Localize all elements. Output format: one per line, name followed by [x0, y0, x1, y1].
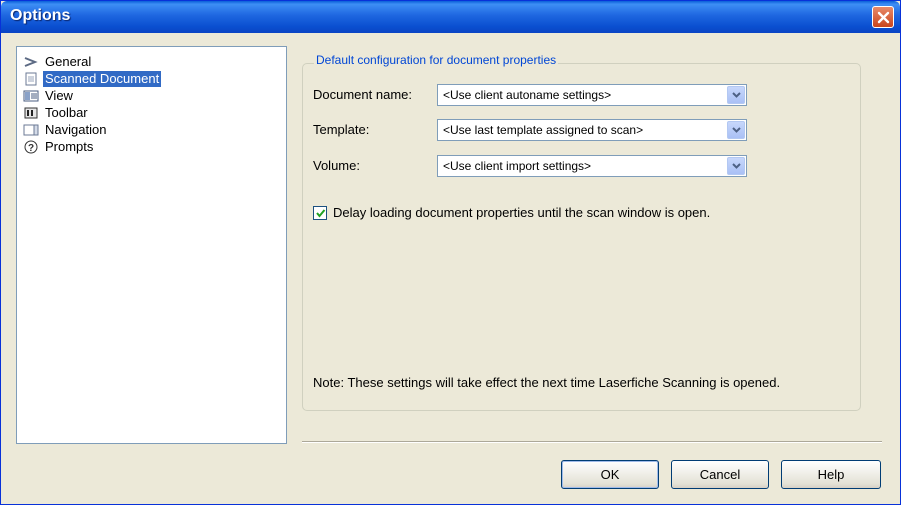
nav-item-navigation[interactable]: Navigation [23, 121, 108, 138]
volume-dropdown[interactable]: <Use client import settings> [437, 155, 747, 177]
nav-item-label: Scanned Document [43, 70, 162, 87]
template-value: <Use last template assigned to scan> [443, 123, 644, 137]
svg-text:?: ? [28, 143, 34, 154]
nav-item-label: View [45, 87, 73, 103]
nav-item-label: Prompts [45, 138, 94, 154]
close-icon [877, 11, 890, 24]
cancel-button[interactable]: Cancel [671, 460, 769, 489]
toolbar-icon [23, 106, 39, 120]
delay-loading-checkbox[interactable] [313, 206, 327, 220]
options-category-list[interactable]: General Scanned Document View Toolbar Na… [16, 46, 287, 444]
group-legend: Default configuration for document prope… [314, 53, 559, 67]
document-icon [23, 72, 39, 86]
nav-item-view[interactable]: View [23, 87, 75, 104]
nav-item-general[interactable]: General [23, 53, 93, 70]
help-button[interactable]: Help [781, 460, 881, 489]
delay-loading-label[interactable]: Delay loading document properties until … [333, 205, 710, 220]
dropdown-button[interactable] [727, 157, 745, 175]
checkmark-icon [316, 209, 326, 218]
template-label: Template: [313, 122, 370, 137]
ok-button[interactable]: OK [561, 460, 659, 489]
title-bar[interactable]: Options [1, 1, 900, 33]
nav-item-label: Navigation [45, 121, 107, 137]
settings-note: Note: These settings will take effect th… [313, 375, 781, 390]
document-name-dropdown[interactable]: <Use client autoname settings> [437, 84, 747, 106]
help-icon: ? [23, 140, 39, 154]
chevron-down-icon [732, 163, 741, 169]
close-button[interactable] [872, 6, 894, 28]
volume-label: Volume: [313, 158, 360, 173]
chevron-right-icon [23, 55, 39, 69]
document-properties-group [302, 63, 861, 411]
chevron-down-icon [732, 127, 741, 133]
button-divider [302, 441, 882, 443]
nav-item-label: Toolbar [45, 104, 88, 120]
navigation-icon [23, 123, 39, 137]
nav-item-scanned-document[interactable]: Scanned Document [23, 70, 162, 87]
chevron-down-icon [732, 92, 741, 98]
document-name-value: <Use client autoname settings> [443, 88, 612, 102]
nav-item-prompts[interactable]: ? Prompts [23, 138, 95, 155]
view-icon [23, 89, 39, 103]
template-dropdown[interactable]: <Use last template assigned to scan> [437, 119, 747, 141]
dropdown-button[interactable] [727, 86, 745, 104]
window-title: Options [10, 7, 71, 24]
document-name-label: Document name: [313, 87, 412, 102]
volume-value: <Use client import settings> [443, 159, 592, 173]
nav-item-toolbar[interactable]: Toolbar [23, 104, 90, 121]
options-dialog: Options General Scanned Document View To… [0, 0, 901, 505]
nav-item-label: General [45, 53, 92, 69]
dropdown-button[interactable] [727, 121, 745, 139]
